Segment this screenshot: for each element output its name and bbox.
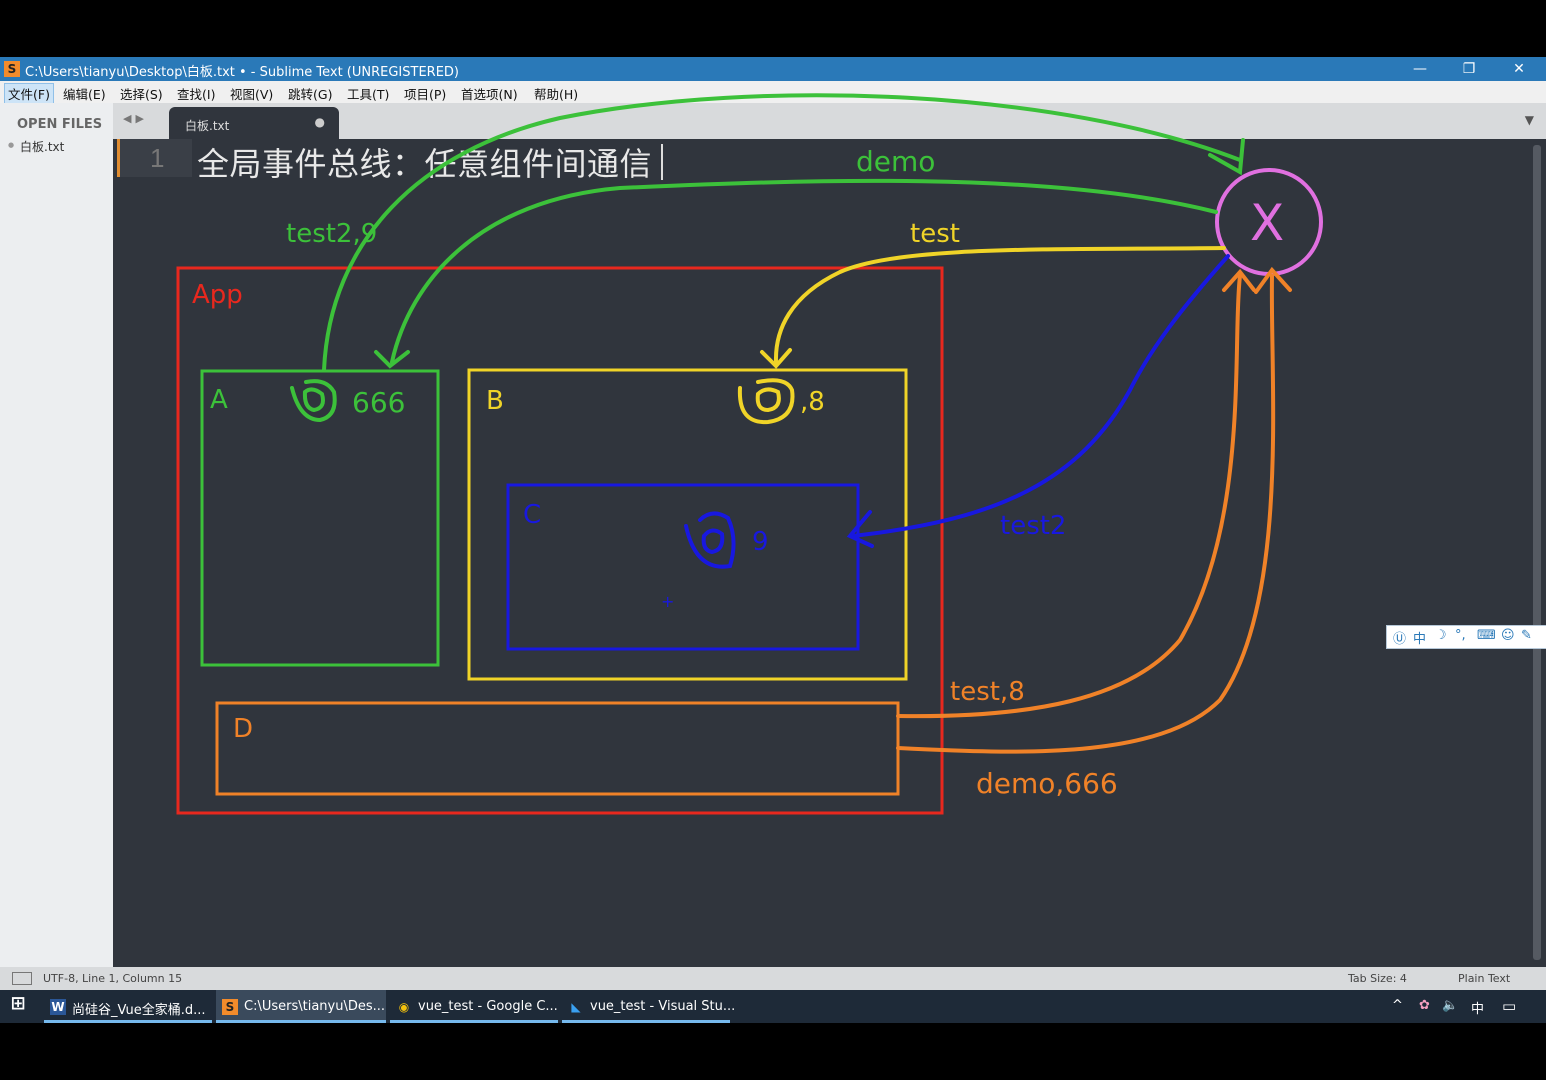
word-icon: W bbox=[50, 999, 66, 1015]
ime-toolbar: Ⓤ 中 ☽ °, ⌨ ☺ ✎ bbox=[1386, 625, 1546, 649]
open-files-header: OPEN FILES bbox=[17, 117, 103, 132]
ime-user-icon[interactable]: ☺ bbox=[1501, 628, 1515, 643]
taskbar-item-sublime[interactable]: S C:\Users\tianyu\Des... bbox=[216, 990, 386, 1023]
windows-start-icon: ⊞ bbox=[10, 993, 26, 1014]
minimize-button[interactable]: — bbox=[1400, 59, 1440, 79]
sidebar: OPEN FILES 白板.txt bbox=[0, 103, 114, 967]
tray-expand-icon[interactable]: ^ bbox=[1392, 998, 1403, 1018]
title-bar: S C:\Users\tianyu\Desktop\白板.txt • - Sub… bbox=[0, 57, 1546, 81]
taskbar-item-chrome[interactable]: ◉ vue_test - Google C... bbox=[390, 990, 558, 1023]
taskbar-label: C:\Users\tianyu\Des... bbox=[244, 999, 386, 1014]
start-button[interactable]: ⊞ bbox=[0, 990, 40, 1023]
menu-bar: 文件(F) 编辑(E) 选择(S) 查找(I) 视图(V) 跳转(G) 工具(T… bbox=[0, 81, 1546, 104]
tab-dropdown-icon[interactable]: ▼ bbox=[1525, 113, 1534, 127]
menu-view[interactable]: 视图(V) bbox=[227, 84, 276, 103]
menu-goto[interactable]: 跳转(G) bbox=[285, 84, 335, 103]
ime-moon-icon[interactable]: ☽ bbox=[1435, 628, 1447, 643]
menu-edit[interactable]: 编辑(E) bbox=[60, 84, 109, 103]
status-position: UTF-8, Line 1, Column 15 bbox=[43, 972, 183, 985]
menu-preferences[interactable]: 首选项(N) bbox=[458, 84, 521, 103]
line-number: 1 bbox=[150, 143, 165, 173]
menu-select[interactable]: 选择(S) bbox=[117, 84, 166, 103]
taskbar-label: vue_test - Google C... bbox=[418, 999, 558, 1014]
taskbar: ⊞ W 尚硅谷_Vue全家桶.d... S C:\Users\tianyu\De… bbox=[0, 990, 1546, 1023]
menu-find[interactable]: 查找(I) bbox=[174, 84, 218, 103]
taskbar-item-vscode[interactable]: ◣ vue_test - Visual Stu... bbox=[562, 990, 735, 1023]
status-bar: UTF-8, Line 1, Column 15 Tab Size: 4 Pla… bbox=[0, 967, 1546, 990]
notification-center-icon[interactable]: ▭ bbox=[1502, 997, 1516, 1017]
vertical-scrollbar[interactable] bbox=[1533, 145, 1541, 960]
tab-modified-indicator[interactable]: ● bbox=[315, 115, 325, 129]
text-caret bbox=[661, 144, 663, 180]
ime-chinese-toggle[interactable]: 中 bbox=[1413, 628, 1426, 647]
sublime-icon: S bbox=[222, 999, 238, 1015]
tab-file[interactable]: 白板.txt ● bbox=[169, 107, 339, 139]
volume-icon[interactable]: 🔈 bbox=[1442, 998, 1458, 1018]
taskbar-item-word[interactable]: W 尚硅谷_Vue全家桶.d... bbox=[44, 990, 212, 1023]
taskbar-active-indicator bbox=[390, 1020, 558, 1023]
vscode-icon: ◣ bbox=[571, 1000, 581, 1014]
window-title: C:\Users\tianyu\Desktop\白板.txt • - Subli… bbox=[25, 65, 460, 80]
line-gutter: 1 bbox=[117, 139, 192, 177]
chrome-icon: ◉ bbox=[398, 1000, 410, 1014]
editor-area[interactable] bbox=[113, 139, 1546, 967]
tab-label: 白板.txt bbox=[185, 119, 230, 133]
editor-line-text[interactable]: 全局事件总线：任意组件间通信 bbox=[197, 139, 652, 185]
tray-app-icon[interactable]: ✿ bbox=[1419, 998, 1430, 1018]
taskbar-active-indicator bbox=[562, 1020, 730, 1023]
console-toggle-icon[interactable] bbox=[12, 972, 32, 985]
taskbar-label: 尚硅谷_Vue全家桶.d... bbox=[72, 1003, 206, 1018]
tab-bar: ◀▶ 白板.txt ● ▼ bbox=[113, 103, 1546, 139]
taskbar-label: vue_test - Visual Stu... bbox=[590, 999, 736, 1014]
menu-file[interactable]: 文件(F) bbox=[4, 83, 54, 104]
status-tab-size[interactable]: Tab Size: 4 bbox=[1348, 972, 1407, 985]
menu-help[interactable]: 帮助(H) bbox=[531, 84, 581, 103]
close-button[interactable]: ✕ bbox=[1499, 59, 1539, 79]
tab-nav-arrows-icon[interactable]: ◀▶ bbox=[123, 112, 148, 125]
status-syntax[interactable]: Plain Text bbox=[1458, 972, 1510, 985]
ime-punctuation-icon[interactable]: °, bbox=[1455, 628, 1466, 643]
restore-button[interactable]: ❐ bbox=[1449, 59, 1489, 79]
ime-settings-icon[interactable]: ✎ bbox=[1521, 628, 1532, 643]
ime-keyboard-icon[interactable]: ⌨ bbox=[1477, 628, 1496, 643]
sidebar-file-item[interactable]: 白板.txt bbox=[8, 138, 64, 155]
ime-logo-icon[interactable]: Ⓤ bbox=[1393, 628, 1406, 647]
menu-project[interactable]: 项目(P) bbox=[401, 84, 449, 103]
sublime-app-icon: S bbox=[4, 61, 20, 77]
taskbar-active-indicator bbox=[44, 1020, 212, 1023]
menu-tools[interactable]: 工具(T) bbox=[344, 84, 392, 103]
input-language-indicator[interactable]: 中 bbox=[1471, 998, 1484, 1018]
taskbar-active-indicator bbox=[216, 1020, 386, 1023]
